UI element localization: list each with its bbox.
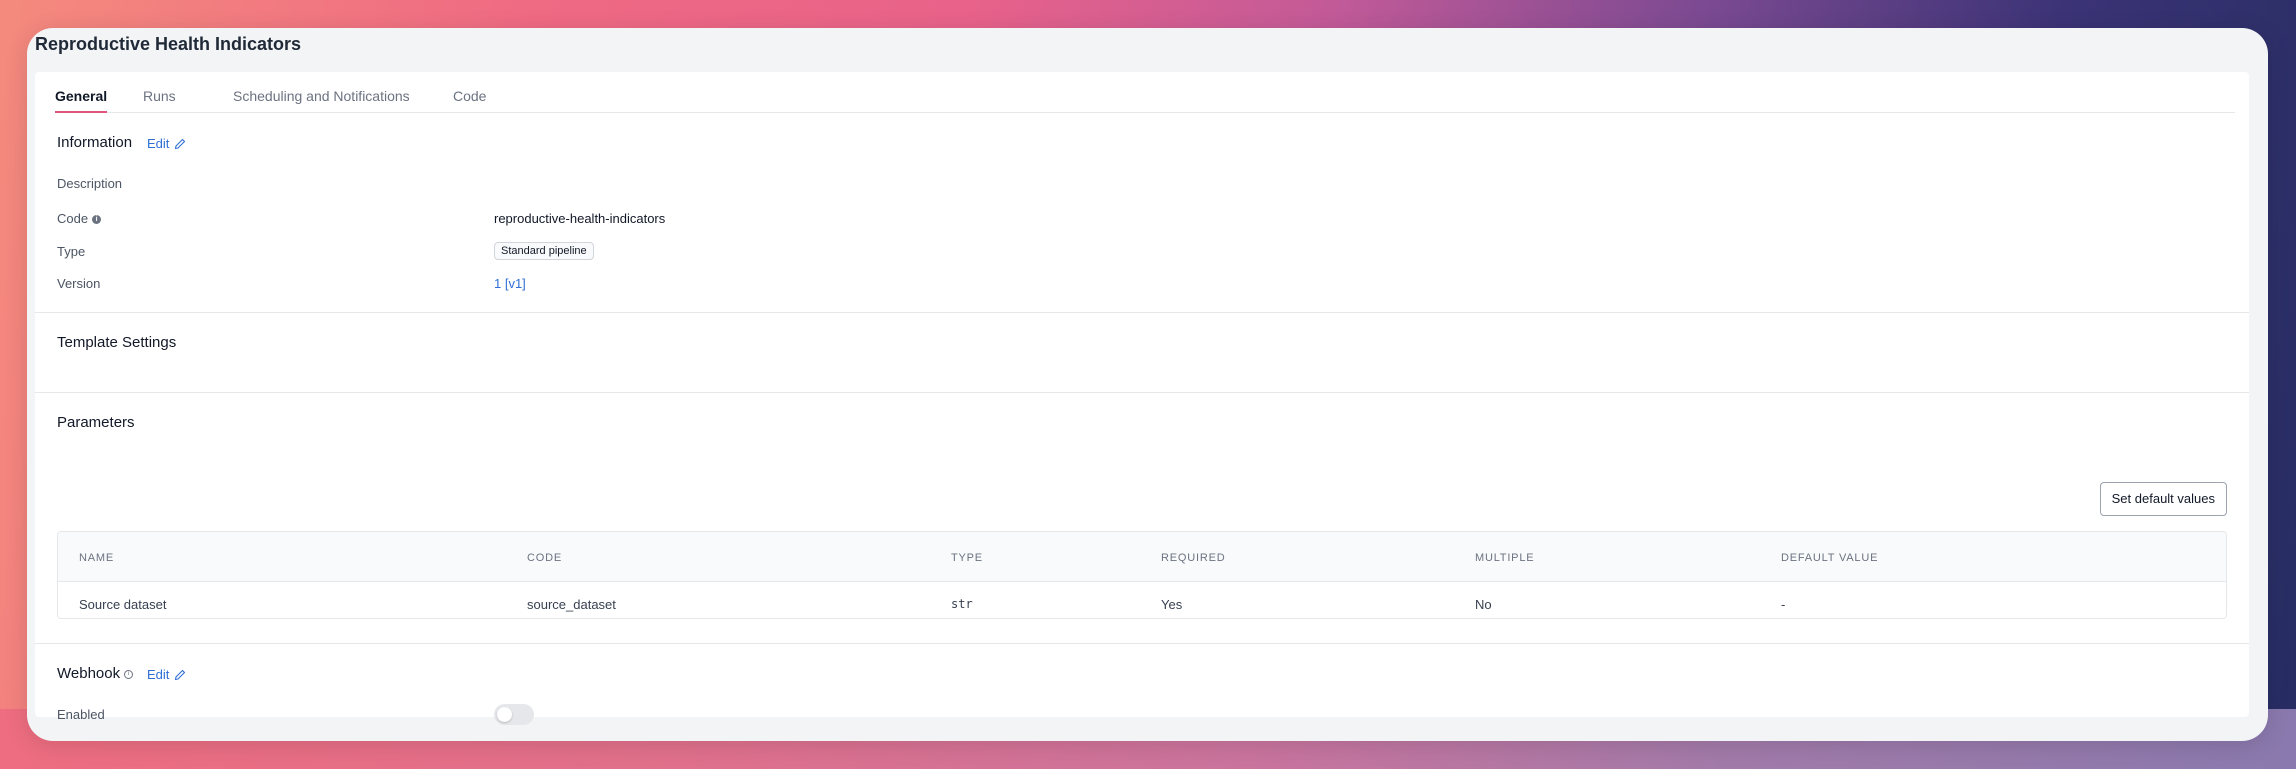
column-header: REQUIRED [1161,552,1226,564]
version-link[interactable]: 1 [v1] [494,276,526,291]
webhook-edit-link[interactable]: Edit [147,667,186,682]
column-header: NAME [79,552,114,564]
param-multiple-cell: No [1475,597,1492,612]
info-icon[interactable]: i [124,669,134,679]
type-badge: Standard pipeline [494,242,594,260]
column-header: TYPE [951,552,983,564]
webhook-title-text: Webhook [57,665,121,682]
tab-code[interactable]: Code [453,88,486,113]
code-label: Code i [57,211,102,226]
pipeline-card: General Runs Scheduling and Notification… [35,72,2249,725]
tab-general[interactable]: General [55,88,108,113]
pencil-icon [175,669,186,680]
type-label: Type [57,244,86,259]
template-settings-title: Template Settings [57,334,177,351]
page-title: Reproductive Health Indicators [35,34,302,54]
information-title: Information [57,134,133,151]
column-header: CODE [527,552,562,564]
code-value: reproductive-health-indicators [494,211,666,226]
set-default-values-button[interactable]: Set default values [2099,482,2227,516]
param-name-cell: Source dataset [79,597,167,612]
param-code-cell: source_dataset [527,597,616,612]
divider [35,643,2249,644]
parameters-title: Parameters [57,414,135,431]
param-required-cell: Yes [1161,597,1183,612]
divider [35,312,2249,313]
tab-scheduling[interactable]: Scheduling and Notifications [233,88,410,113]
version-label: Version [57,276,101,291]
webhook-title: Webhook i [57,665,134,682]
edit-label: Edit [147,667,170,682]
tab-bar: General Runs Scheduling and Notification… [55,72,2235,113]
column-header: MULTIPLE [1475,552,1535,564]
column-header: DEFAULT VALUE [1781,552,1879,564]
code-label-text: Code [57,211,89,226]
table-header: NAME CODE TYPE REQUIRED MULTIPLE DEFAULT… [58,532,2226,582]
description-label: Description [57,176,123,191]
info-icon[interactable]: i [92,215,102,225]
app-window: Reproductive Health Indicators General R… [27,28,2268,741]
param-type-cell: str [951,597,973,611]
tab-runs[interactable]: Runs [143,88,176,113]
edit-label: Edit [147,136,170,151]
enabled-label: Enabled [57,707,105,722]
divider [35,392,2249,393]
information-edit-link[interactable]: Edit [147,136,186,151]
webhook-enabled-toggle[interactable] [494,704,534,725]
parameters-table: NAME CODE TYPE REQUIRED MULTIPLE DEFAULT… [57,531,2227,619]
pencil-icon [175,138,186,149]
param-default-cell: - [1781,597,1786,612]
toggle-knob [497,707,512,722]
